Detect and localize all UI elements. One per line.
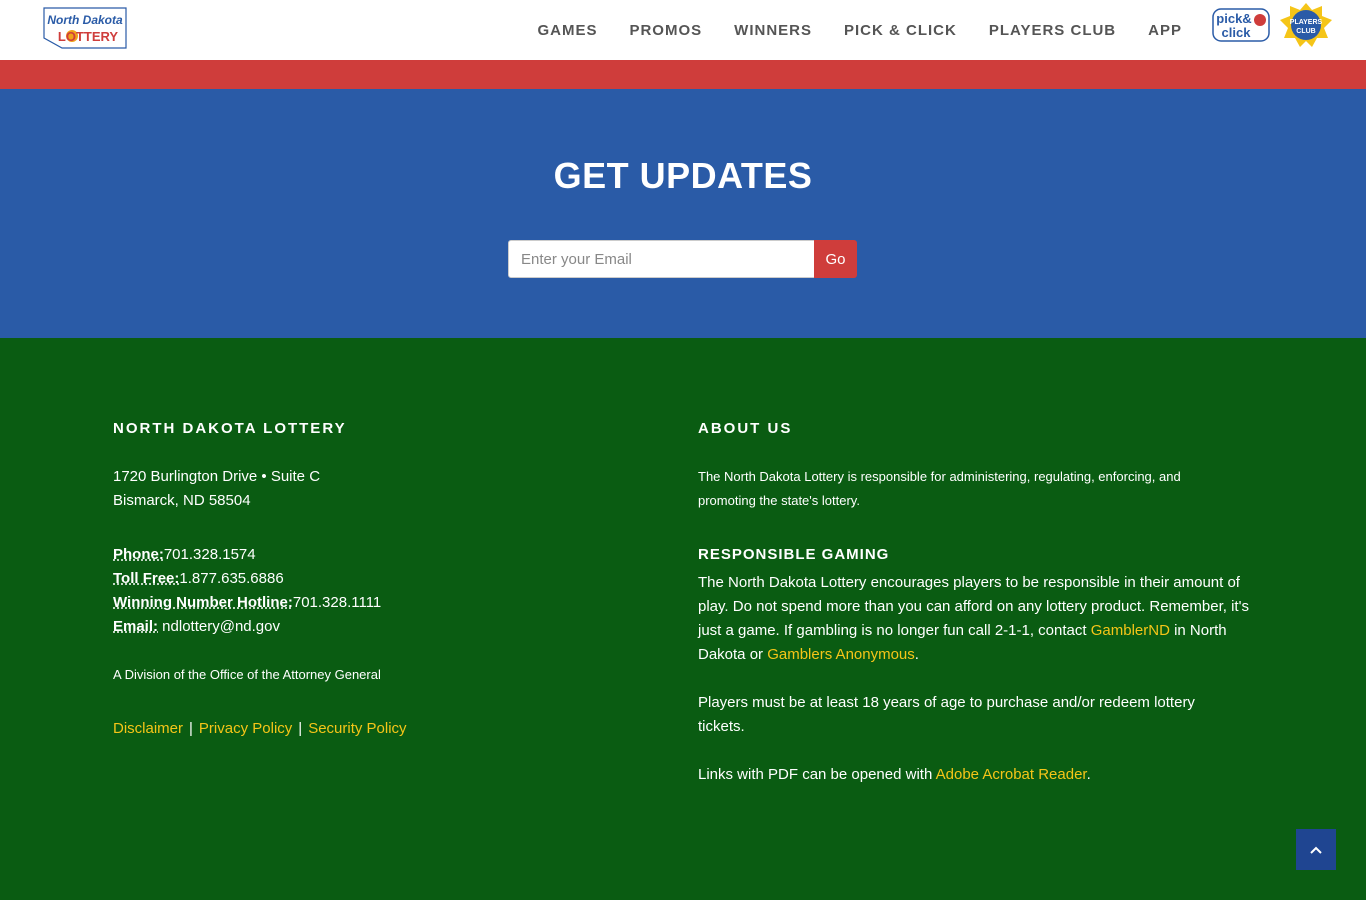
nav-winners[interactable]: WINNERS (734, 22, 812, 39)
players-club-badge[interactable]: PLAYERS CLUB (1278, 2, 1334, 48)
get-updates-title: GET UPDATES (553, 155, 813, 196)
badge-club-line1: PLAYERS (1290, 19, 1323, 26)
nav-promos[interactable]: PROMOS (629, 22, 702, 39)
tollfree-value[interactable]: 1.877.635.6886 (179, 570, 283, 587)
about-us-heading: ABOUT US (698, 420, 793, 437)
age-requirement-text: Players must be at least 18 years of age… (698, 694, 1195, 735)
nav-app[interactable]: APP (1148, 22, 1182, 39)
pdf-note: Links with PDF can be opened with Adobe … (698, 763, 1091, 787)
pick-and-click-badge[interactable]: pick& click (1212, 8, 1270, 42)
nav-pick-and-click[interactable]: PICK & CLICK (844, 22, 957, 39)
address-block: 1720 Burlington Drive • Suite C Bismarck… (113, 465, 320, 513)
logo-text-bottom: LOTTERY (58, 29, 119, 44)
site-footer: NORTH DAKOTA LOTTERY 1720 Burlington Dri… (0, 338, 1366, 900)
chevron-up-icon (1310, 846, 1322, 854)
nav-games[interactable]: GAMES (537, 22, 597, 39)
email-signup-input[interactable] (508, 240, 815, 278)
get-updates-section: GET UPDATES Go (0, 89, 1366, 338)
nav-players-club[interactable]: PLAYERS CLUB (989, 22, 1116, 39)
gamblernd-link[interactable]: GamblerND (1091, 622, 1170, 639)
hotline-value[interactable]: 701.328.1111 (293, 594, 381, 611)
main-nav: GAMES PROMOS WINNERS PICK & CLICK PLAYER… (505, 0, 1182, 60)
link-separator: | (298, 720, 303, 737)
rg-end: . (914, 646, 919, 663)
policy-links: Disclaimer | Privacy Policy | Security Polic… (113, 717, 407, 741)
footer-heading-nd-lottery: NORTH DAKOTA LOTTERY (113, 420, 347, 437)
phone-label: Phone: (113, 546, 164, 563)
responsible-gaming-text: The North Dakota Lottery encourages play… (698, 571, 1258, 667)
about-us-text: The North Dakota Lottery is responsible … (698, 469, 1181, 508)
go-button[interactable]: Go (814, 240, 857, 278)
scroll-to-top-button[interactable] (1296, 829, 1336, 870)
phone-row: Phone:701.328.1574 (113, 543, 381, 567)
disclaimer-link[interactable]: Disclaimer (113, 720, 183, 737)
address-line1: 1720 Burlington Drive • Suite C (113, 468, 321, 485)
site-header: North Dakota LOTTERY GAMES PROMOS WINNER… (0, 0, 1366, 60)
tollfree-label: Toll Free: (113, 570, 180, 587)
address-line2: Bismarck, ND 58504 (113, 492, 251, 509)
adobe-acrobat-link[interactable]: Adobe Acrobat Reader (936, 766, 1087, 783)
security-policy-link[interactable]: Security Policy (308, 720, 406, 737)
pdf-text: Links with PDF can be opened with (698, 766, 936, 783)
hotline-label: Winning Number Hotline: (113, 594, 293, 611)
tollfree-row: Toll Free:1.877.635.6886 (113, 567, 381, 591)
division-text: A Division of the Office of the Attorney… (113, 667, 381, 682)
email-value[interactable]: ndlottery@nd.gov (158, 618, 280, 635)
logo-text-top: North Dakota (47, 13, 123, 27)
phone-value[interactable]: 701.328.1574 (164, 546, 256, 563)
email-label: Email: (113, 618, 159, 635)
contact-block: Phone:701.328.1574 Toll Free:1.877.635.6… (113, 543, 381, 639)
pdf-end: . (1086, 766, 1091, 783)
hotline-row: Winning Number Hotline:701.328.1111 (113, 591, 381, 615)
badge-pick-line2: click (1222, 25, 1252, 40)
badge-pick-line1: pick& (1216, 11, 1251, 26)
gamblers-anonymous-link[interactable]: Gamblers Anonymous (767, 646, 915, 663)
badge-club-line2: CLUB (1296, 28, 1315, 35)
north-dakota-lottery-logo[interactable]: North Dakota LOTTERY (42, 4, 128, 52)
privacy-policy-link[interactable]: Privacy Policy (199, 720, 292, 737)
header-red-band (0, 60, 1366, 89)
email-row: Email: ndlottery@nd.gov (113, 615, 381, 639)
link-separator: | (189, 720, 193, 737)
responsible-gaming-heading: RESPONSIBLE GAMING (698, 546, 890, 563)
